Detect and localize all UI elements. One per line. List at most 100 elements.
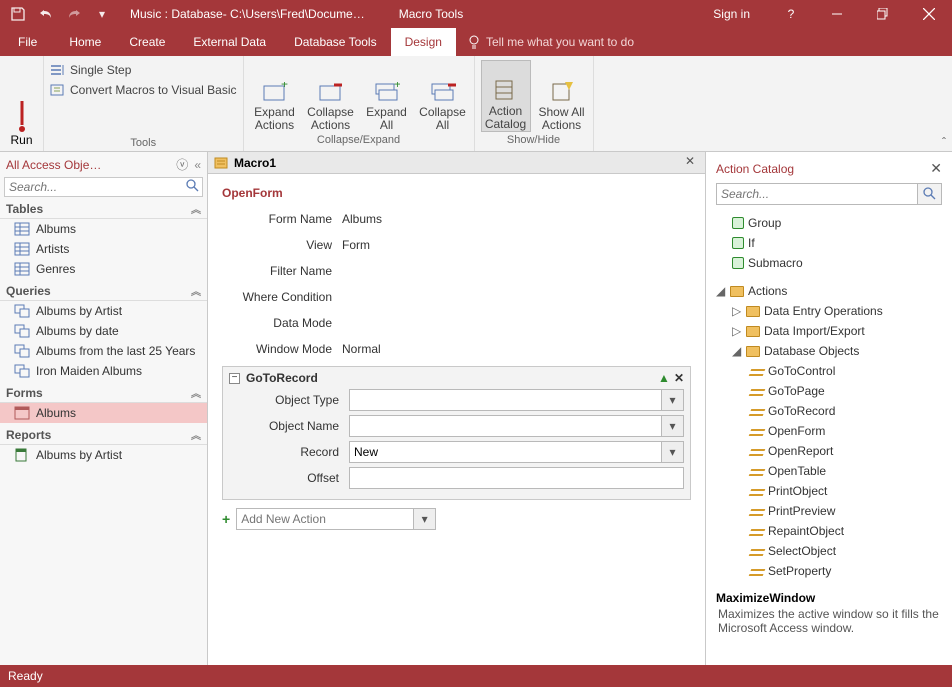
query-icon [14,304,30,318]
nav-item-table[interactable]: Albums [0,219,207,239]
tab-database-tools[interactable]: Database Tools [280,28,391,56]
tab-home[interactable]: Home [55,28,115,56]
tree-item[interactable]: OpenReport [716,441,942,461]
qat-customize-icon[interactable]: ▾ [90,2,114,26]
nav-item-query[interactable]: Albums from the last 25 Years [0,341,207,361]
tab-design[interactable]: Design [391,28,456,56]
nav-item-report[interactable]: Albums by Artist [0,445,207,465]
action-catalog-button[interactable]: ActionCatalog [481,60,531,132]
dropdown-icon[interactable]: ▾ [414,508,436,530]
action-icon [750,486,764,496]
tree-item[interactable]: SelectObject [716,541,942,561]
dropdown-icon[interactable]: ▾ [662,389,684,411]
ribbon: Run Single Step Convert Macros to Visual… [0,56,952,152]
nav-group-forms[interactable]: Forms︽ [0,383,207,403]
tree-item[interactable]: Submacro [716,253,942,273]
tree-item[interactable]: GoToRecord [716,401,942,421]
catalog-tip: MaximizeWindow Maximizes the active wind… [716,591,942,635]
catalog-close-icon[interactable]: ✕ [930,160,942,177]
show-all-actions-button[interactable]: Show AllActions [537,60,587,132]
help-icon[interactable]: ? [768,0,814,28]
record-input[interactable] [349,441,662,463]
gotorecord-block[interactable]: − GoToRecord ▲ ✕ Object Type▾ Object Nam… [222,366,691,500]
nav-item-query[interactable]: Iron Maiden Albums [0,361,207,381]
offset-input[interactable] [349,467,684,489]
run-button[interactable]: Run [0,56,44,151]
collapse-all-button[interactable]: CollapseAll [418,60,468,132]
tree-item[interactable]: PrintPreview [716,501,942,521]
save-icon[interactable] [6,2,30,26]
catalog-search-input[interactable] [716,183,918,205]
redo-icon[interactable] [62,2,86,26]
collapse-actions-button[interactable]: CollapseActions [306,60,356,132]
tell-me[interactable]: Tell me what you want to do [456,28,646,56]
nav-header[interactable]: All Access Obje… ⓥ « [0,152,207,177]
collapse-block-icon[interactable]: − [229,373,240,384]
add-new-action: + ▾ [222,508,691,530]
nav-collapse-icon[interactable]: « [194,158,201,172]
action-catalog-pane: Action Catalog ✕ Group If Submacro ◢Acti… [706,152,952,665]
tree-folder[interactable]: ▷Data Import/Export [716,321,942,341]
tab-create[interactable]: Create [115,28,179,56]
nav-item-form[interactable]: Albums [0,403,207,423]
tree-item[interactable]: RepaintObject [716,521,942,541]
plus-icon[interactable]: + [222,511,230,527]
chevron-up-icon: ︽ [191,283,201,298]
tree-item[interactable]: GoToControl [716,361,942,381]
tree-item[interactable]: PrintObject [716,481,942,501]
undo-icon[interactable] [34,2,58,26]
nav-group-queries[interactable]: Queries︽ [0,281,207,301]
ribbon-collapse-icon[interactable]: ˆ [942,135,946,149]
document-tab-label: Macro1 [234,156,276,170]
delete-block-icon[interactable]: ✕ [674,371,684,385]
tree-item[interactable]: SetProperty [716,561,942,581]
action-icon [750,406,764,416]
document-close-icon[interactable]: ✕ [685,154,695,168]
nav-item-table[interactable]: Artists [0,239,207,259]
objecttype-input[interactable] [349,389,662,411]
query-icon [14,344,30,358]
expand-all-button[interactable]: + ExpandAll [362,60,412,132]
workspace: All Access Obje… ⓥ « Tables︽ Albums Arti… [0,152,952,665]
tab-external-data[interactable]: External Data [179,28,280,56]
tree-folder[interactable]: ▷Data Entry Operations [716,301,942,321]
action-icon [750,566,764,576]
folder-icon [730,286,744,297]
signin-link[interactable]: Sign in [695,7,768,21]
nav-group-tables[interactable]: Tables︽ [0,199,207,219]
tree-item[interactable]: If [716,233,942,253]
tree-item[interactable]: OpenTable [716,461,942,481]
move-up-icon[interactable]: ▲ [658,371,670,385]
tree-item[interactable]: GoToPage [716,381,942,401]
tree-folder[interactable]: ◢Database Objects [716,341,942,361]
convert-macros-button[interactable]: Convert Macros to Visual Basic [50,80,237,100]
single-step-button[interactable]: Single Step [50,60,237,80]
expand-actions-button[interactable]: + ExpandActions [250,60,300,132]
chevron-down-icon: ◢ [716,282,726,300]
document-tab[interactable]: Macro1 ✕ [208,152,705,174]
nav-dropdown-icon[interactable]: ⓥ [176,156,188,173]
nav-item-query[interactable]: Albums by Artist [0,301,207,321]
action-icon [750,386,764,396]
nav-group-reports[interactable]: Reports︽ [0,425,207,445]
nav-item-query[interactable]: Albums by date [0,321,207,341]
svg-text:+: + [394,82,400,91]
nav-item-table[interactable]: Genres [0,259,207,279]
search-icon[interactable] [186,179,200,193]
objectname-input[interactable] [349,415,662,437]
tree-folder-actions[interactable]: ◢Actions [716,281,942,301]
add-action-input[interactable] [236,508,414,530]
nav-search-input[interactable] [4,177,203,197]
minimize-icon[interactable] [814,0,860,28]
dropdown-icon[interactable]: ▾ [662,441,684,463]
tree-item[interactable]: Group [716,213,942,233]
tab-file[interactable]: File [0,28,55,56]
restore-icon[interactable] [860,0,906,28]
tree-item[interactable]: OpenForm [716,421,942,441]
catalog-search-button[interactable] [918,183,942,205]
chevron-up-icon: ︽ [191,201,201,216]
dropdown-icon[interactable]: ▾ [662,415,684,437]
close-icon[interactable] [906,0,952,28]
flow-icon [732,257,744,269]
nav-search [4,177,203,197]
